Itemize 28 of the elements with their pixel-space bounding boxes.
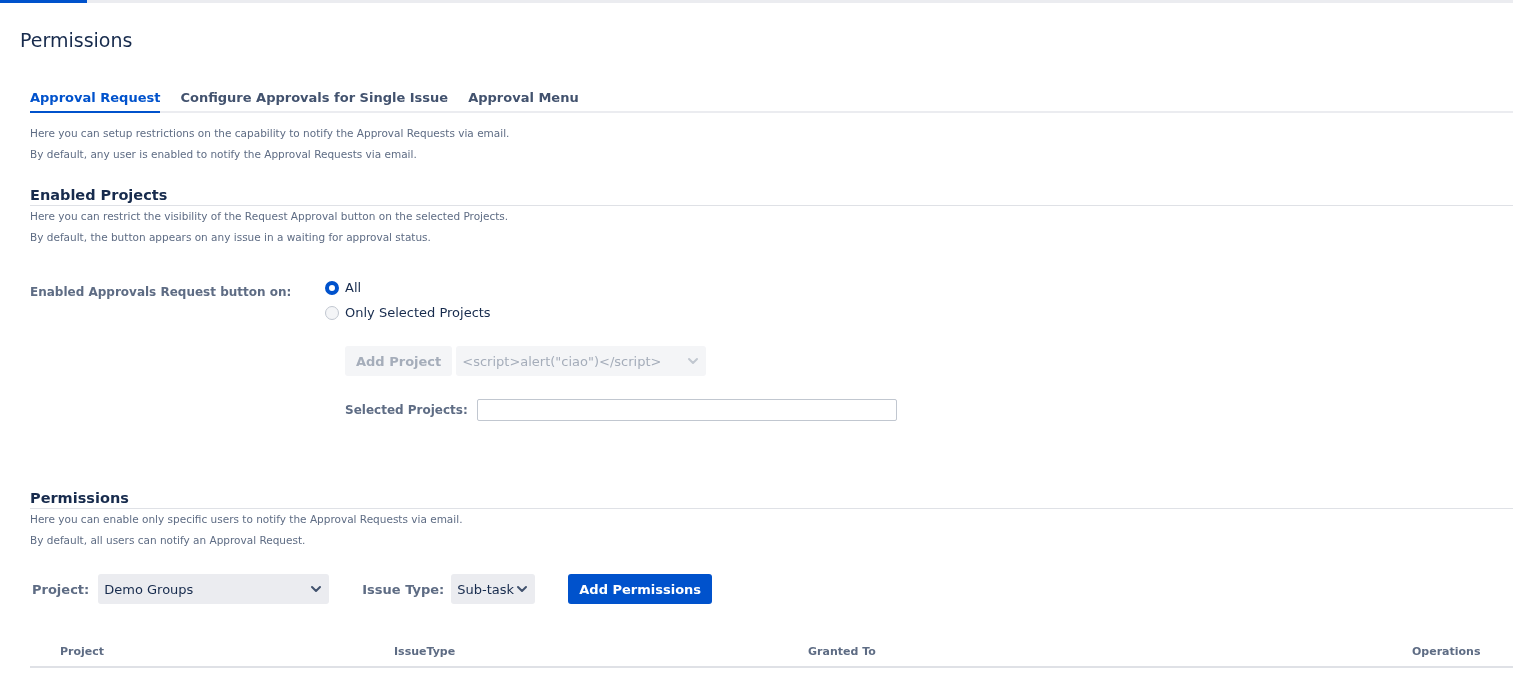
add-permissions-button[interactable]: Add Permissions	[568, 574, 713, 605]
tab[interactable]: Approval Menu	[468, 87, 579, 114]
field-label: Project:	[32, 580, 90, 599]
column-header: Granted To	[808, 644, 876, 658]
column-header: Operations	[1412, 644, 1481, 658]
field-label: Enabled Approvals Request button on:	[30, 285, 292, 300]
selected-projects-field[interactable]	[476, 399, 897, 422]
section-heading: Permissions	[30, 490, 129, 507]
project-dropdown[interactable]: Demo Groups	[98, 574, 330, 605]
issue-type-dropdown[interactable]: Sub-task	[451, 574, 536, 605]
tab[interactable]: Configure Approvals for Single Issue	[180, 87, 449, 114]
column-header: Project	[60, 644, 105, 658]
radio-label[interactable]: All	[345, 278, 362, 298]
description-text: Here you can restrict the visibility of the Request Approval button on the selected Projects.	[30, 209, 510, 225]
field-label: Issue Type:	[362, 580, 445, 599]
description-text: By default, all users can notify an Approval Request.	[30, 533, 307, 549]
section-heading: Enabled Projects	[30, 187, 168, 204]
tab[interactable]: Approval Request	[30, 87, 161, 114]
description-text: By default, any user is enabled to notify the Approval Requests via email.	[30, 147, 418, 163]
radio-button[interactable]	[325, 280, 339, 295]
radio-button[interactable]	[325, 305, 339, 320]
radio-label[interactable]: Only Selected Projects	[345, 303, 491, 323]
page-title: Permissions	[20, 29, 133, 51]
column-header: IssueType	[394, 644, 456, 658]
description-text: Here you can enable only specific users to notify the Approval Requests via email.	[30, 512, 464, 528]
description-text: Here you can setup restrictions on the capability to notify the Approval Requests via email.	[30, 126, 511, 142]
description-text: By default, the button appears on any issue in a waiting for approval status.	[30, 230, 432, 246]
field-label: Selected Projects:	[345, 402, 468, 420]
